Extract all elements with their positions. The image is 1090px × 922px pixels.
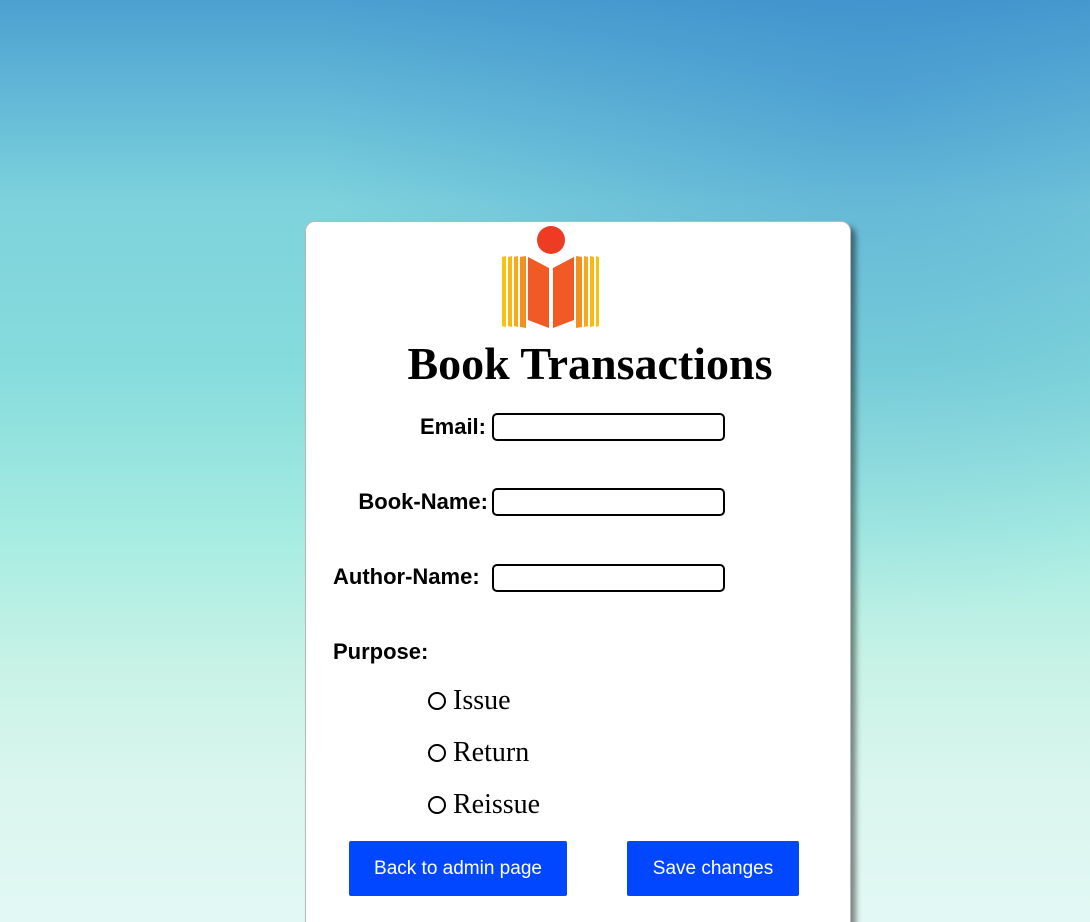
email-label: Email: bbox=[419, 414, 486, 439]
purpose-option-return[interactable]: Return bbox=[428, 738, 529, 768]
back-to-admin-button[interactable]: Back to admin page bbox=[349, 841, 567, 896]
purpose-option-reissue[interactable]: Reissue bbox=[428, 790, 540, 820]
author-name-label: Author-Name: bbox=[333, 564, 480, 589]
book-name-field[interactable] bbox=[492, 488, 725, 516]
book-name-label: Book-Name: bbox=[358, 489, 488, 514]
book-transaction-card: Book Transactions Email: Book-Name: Auth… bbox=[305, 221, 851, 922]
radio-button-reissue[interactable] bbox=[428, 796, 446, 814]
page-title: Book Transactions bbox=[407, 338, 773, 389]
author-name-field[interactable] bbox=[492, 564, 725, 592]
open-book-logo-icon bbox=[502, 226, 599, 328]
purpose-label: Purpose: bbox=[333, 639, 429, 664]
save-changes-button[interactable]: Save changes bbox=[627, 841, 799, 896]
radio-label-issue: Issue bbox=[453, 685, 511, 716]
radio-label-reissue: Reissue bbox=[453, 789, 541, 820]
radio-label-return: Return bbox=[453, 737, 530, 768]
radio-button-issue[interactable] bbox=[428, 692, 446, 710]
email-field[interactable] bbox=[492, 413, 725, 441]
purpose-option-issue[interactable]: Issue bbox=[428, 686, 511, 716]
radio-button-return[interactable] bbox=[428, 744, 446, 762]
